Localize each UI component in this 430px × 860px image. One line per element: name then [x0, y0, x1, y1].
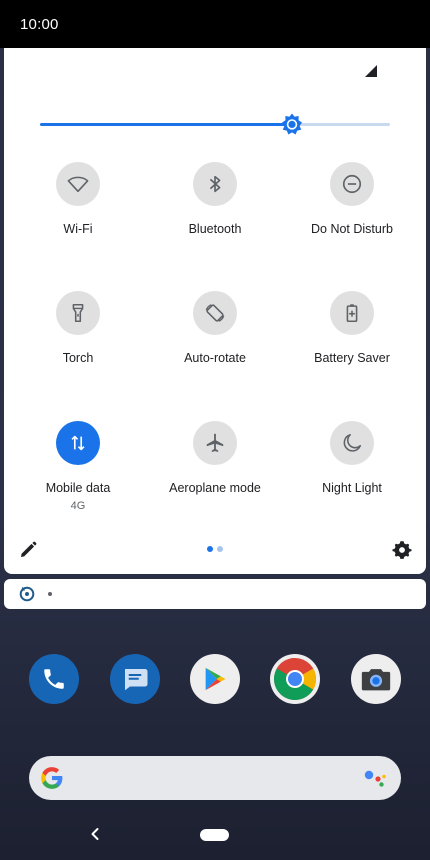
- wifi-icon: [67, 176, 89, 193]
- brightness-track-empty: [292, 123, 390, 126]
- tile-label: Auto-rotate: [184, 351, 246, 365]
- tile-bluetooth-button[interactable]: [193, 162, 237, 206]
- home-pill-button[interactable]: [200, 829, 229, 841]
- google-assistant-icon[interactable]: [363, 768, 387, 788]
- signal-icon: [365, 65, 377, 77]
- tile-do-not-disturb[interactable]: Do Not Disturb: [282, 162, 422, 272]
- tile-label: Bluetooth: [188, 222, 242, 236]
- do-not-disturb-icon: [342, 174, 362, 194]
- tile-label: Wi-Fi: [63, 222, 93, 236]
- status-time: 10:00: [20, 16, 59, 33]
- notification-card[interactable]: [4, 579, 426, 609]
- tile-label: Mobile data: [45, 481, 111, 495]
- gear-icon[interactable]: [392, 540, 412, 560]
- tile-sublabel: 4G: [70, 500, 86, 512]
- chrome-icon: [273, 658, 317, 701]
- page-dot: [217, 546, 223, 552]
- night-light-icon: [343, 433, 362, 452]
- edit-icon[interactable]: [18, 540, 38, 560]
- auto-rotate-icon: [205, 304, 225, 322]
- brightness-icon[interactable]: [280, 112, 304, 136]
- tile-aeroplane-mode[interactable]: Aeroplane mode: [145, 421, 285, 531]
- tile-night-light-button[interactable]: [330, 421, 374, 465]
- tile-wifi[interactable]: Wi-Fi: [8, 162, 148, 272]
- tile-battery-saver-button[interactable]: [330, 291, 374, 335]
- tile-battery-saver[interactable]: Battery Saver: [282, 291, 422, 401]
- sync-icon: [19, 586, 35, 602]
- torch-icon: [72, 303, 84, 323]
- play-store-icon: [205, 667, 226, 691]
- tile-torch-button[interactable]: [56, 291, 100, 335]
- bluetooth-icon: [209, 175, 221, 193]
- page-indicator: [207, 546, 227, 554]
- quick-settings-panel: Wi-Fi Bluetooth Do Not Disturb Torch Aut…: [4, 48, 426, 574]
- google-logo-icon: [41, 767, 63, 789]
- tile-auto-rotate[interactable]: Auto-rotate: [145, 291, 285, 401]
- phone-icon: [44, 669, 64, 689]
- tile-auto-rotate-button[interactable]: [193, 291, 237, 335]
- tile-mobile-data-button[interactable]: [56, 421, 100, 465]
- google-search-bar[interactable]: [29, 756, 401, 800]
- messages-app-icon[interactable]: [110, 654, 160, 704]
- tile-label: Night Light: [322, 481, 382, 495]
- mobile-data-icon: [71, 435, 85, 451]
- back-icon[interactable]: [88, 826, 102, 842]
- phone-app-icon[interactable]: [29, 654, 79, 704]
- camera-icon: [361, 669, 391, 691]
- status-bar: 10:00: [0, 0, 430, 48]
- tile-wifi-button[interactable]: [56, 162, 100, 206]
- notification-separator-dot: [48, 592, 52, 596]
- tile-bluetooth[interactable]: Bluetooth: [145, 162, 285, 272]
- brightness-track-filled: [40, 123, 292, 126]
- tile-night-light[interactable]: Night Light: [282, 421, 422, 531]
- tile-aeroplane-button[interactable]: [193, 421, 237, 465]
- page-dot-active: [207, 546, 213, 552]
- play-store-app-icon[interactable]: [190, 654, 240, 704]
- battery-saver-icon: [346, 304, 358, 323]
- tile-label: Do Not Disturb: [311, 222, 393, 236]
- tile-label: Aeroplane mode: [169, 481, 261, 495]
- tile-label: Torch: [62, 351, 94, 365]
- tile-label: Battery Saver: [314, 351, 390, 365]
- brightness-slider[interactable]: [40, 113, 390, 135]
- camera-app-icon[interactable]: [351, 654, 401, 704]
- chrome-app-icon[interactable]: [270, 654, 320, 704]
- tile-dnd-button[interactable]: [330, 162, 374, 206]
- aeroplane-icon: [206, 433, 224, 452]
- tile-torch[interactable]: Torch: [8, 291, 148, 401]
- tile-mobile-data[interactable]: Mobile data 4G: [8, 421, 148, 531]
- message-icon: [125, 669, 148, 691]
